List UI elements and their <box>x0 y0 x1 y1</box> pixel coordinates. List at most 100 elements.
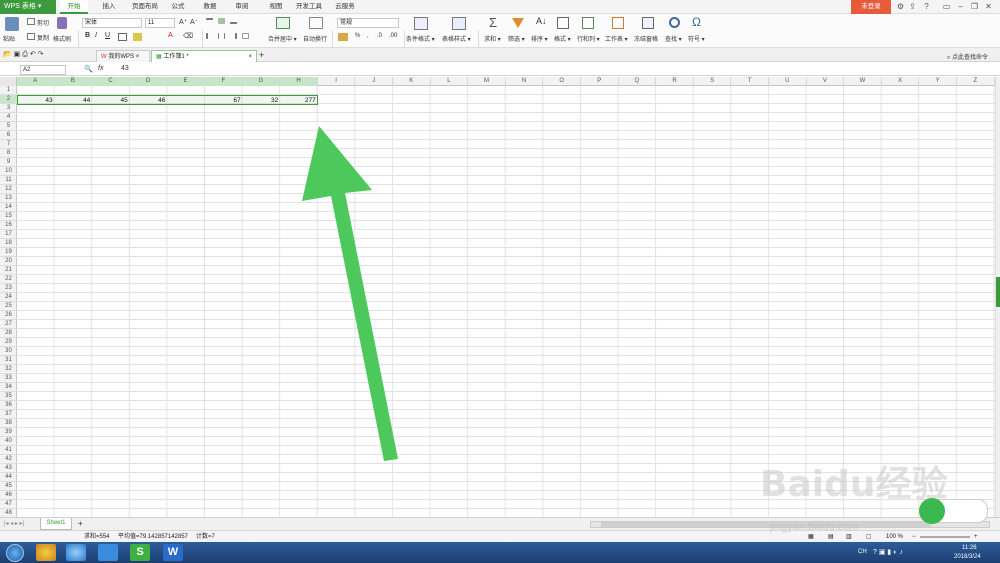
align-top-icon[interactable] <box>206 18 213 24</box>
close-icon[interactable]: ✕ <box>983 1 994 12</box>
row-header-43[interactable]: 43 <box>0 464 17 473</box>
font-name-select[interactable]: 宋体 <box>82 18 142 28</box>
paste-icon[interactable] <box>5 17 19 31</box>
help-icon[interactable]: ? <box>921 1 932 12</box>
row-header-1[interactable]: 1 <box>0 86 17 95</box>
row-header-47[interactable]: 47 <box>0 500 17 509</box>
font-size-select[interactable]: 11 <box>145 18 175 28</box>
horizontal-scroll-thumb[interactable] <box>601 522 931 527</box>
row-header-11[interactable]: 11 <box>0 176 17 185</box>
column-header-o[interactable]: O <box>543 77 581 86</box>
row-header-21[interactable]: 21 <box>0 266 17 275</box>
cell-f2[interactable]: 67 <box>205 96 243 105</box>
tab-workbook1[interactable]: ▦ 工作簿1 * × <box>151 50 257 62</box>
fill-color-icon[interactable] <box>133 33 142 41</box>
sum-button[interactable]: 求和 ▾ <box>484 34 501 43</box>
tray-icons[interactable]: ? ▣ ▮ ◐ ♪ <box>873 548 903 556</box>
row-header-5[interactable]: 5 <box>0 122 17 131</box>
column-header-q[interactable]: Q <box>619 77 657 86</box>
network-speed-widget[interactable] <box>919 498 988 524</box>
row-header-13[interactable]: 13 <box>0 194 17 203</box>
decrease-decimal-icon[interactable]: .00 <box>389 33 397 39</box>
redo-icon[interactable]: ↷ <box>38 51 44 58</box>
row-header-9[interactable]: 9 <box>0 158 17 167</box>
freeze-panes-button[interactable]: 冻结窗格 <box>634 34 658 43</box>
align-bottom-icon[interactable] <box>229 18 237 24</box>
undo-icon[interactable]: ↶ <box>30 51 36 58</box>
row-header-40[interactable]: 40 <box>0 437 17 446</box>
column-header-b[interactable]: B <box>54 77 93 86</box>
zoom-slider[interactable] <box>920 536 970 538</box>
name-box[interactable]: A2 <box>20 65 66 75</box>
row-header-46[interactable]: 46 <box>0 491 17 500</box>
row-header-31[interactable]: 31 <box>0 356 17 365</box>
column-header-f[interactable]: F <box>205 77 243 86</box>
row-header-38[interactable]: 38 <box>0 419 17 428</box>
row-header-41[interactable]: 41 <box>0 446 17 455</box>
zoom-formula-icon[interactable]: 🔍 <box>84 65 93 73</box>
align-middle-icon[interactable] <box>217 18 225 24</box>
restore-icon[interactable]: ❐ <box>969 1 980 12</box>
column-header-k[interactable]: K <box>393 77 431 86</box>
row-header-23[interactable]: 23 <box>0 284 17 293</box>
row-header-12[interactable]: 12 <box>0 185 17 194</box>
column-header-l[interactable]: L <box>431 77 469 86</box>
row-header-44[interactable]: 44 <box>0 473 17 482</box>
tab-view[interactable]: 视图 <box>264 0 288 14</box>
column-header-r[interactable]: R <box>656 77 694 86</box>
cell-g2[interactable]: 32 <box>243 96 281 105</box>
add-sheet-button[interactable]: + <box>78 519 83 528</box>
font-color-icon[interactable]: A <box>168 32 173 39</box>
clock-time[interactable]: 11:26 <box>962 545 977 551</box>
row-header-14[interactable]: 14 <box>0 203 17 212</box>
underline-button[interactable]: U <box>105 32 110 39</box>
row-header-24[interactable]: 24 <box>0 293 17 302</box>
row-header-32[interactable]: 32 <box>0 365 17 374</box>
close-tab-icon[interactable]: × <box>136 54 140 60</box>
currency-icon[interactable] <box>338 33 348 41</box>
column-header-g[interactable]: G <box>242 77 281 86</box>
symbol-button[interactable]: 符号 ▾ <box>688 34 705 43</box>
column-header-x[interactable]: X <box>882 77 920 86</box>
cell-grid[interactable] <box>17 86 995 517</box>
paste-button[interactable]: 粘贴 <box>3 34 15 43</box>
column-header-v[interactable]: V <box>807 77 845 86</box>
table-style-button[interactable]: 表格样式 ▾ <box>442 34 471 43</box>
cell-h2[interactable]: 277 <box>280 96 318 105</box>
worksheet-button[interactable]: 工作表 ▾ <box>605 34 628 43</box>
column-header-j[interactable]: J <box>355 77 393 86</box>
print-icon[interactable]: ⎙ <box>22 51 28 58</box>
row-header-8[interactable]: 8 <box>0 149 17 158</box>
row-header-30[interactable]: 30 <box>0 347 17 356</box>
row-header-39[interactable]: 39 <box>0 428 17 437</box>
row-header-36[interactable]: 36 <box>0 401 17 410</box>
tab-formulas[interactable]: 公式 <box>166 0 190 14</box>
conditional-format-button[interactable]: 条件格式 ▾ <box>406 34 435 43</box>
tab-insert[interactable]: 插入 <box>96 0 122 14</box>
format-painter-button[interactable]: 格式刷 <box>53 34 71 43</box>
row-header-28[interactable]: 28 <box>0 329 17 338</box>
column-header-y[interactable]: Y <box>919 77 957 86</box>
tab-page-layout[interactable]: 页面布局 <box>128 0 162 14</box>
align-center-icon[interactable] <box>217 33 225 39</box>
skin-icon[interactable]: ⚙ <box>895 1 906 12</box>
tab-review[interactable]: 审阅 <box>230 0 254 14</box>
tab-data[interactable]: 数据 <box>198 0 222 14</box>
row-header-27[interactable]: 27 <box>0 320 17 329</box>
merge-center-button[interactable]: 合并居中 ▾ <box>268 34 297 43</box>
column-header-z[interactable]: Z <box>957 77 995 86</box>
bold-button[interactable]: B <box>85 32 90 39</box>
save-icon[interactable]: ▣ <box>14 51 21 58</box>
row-header-45[interactable]: 45 <box>0 482 17 491</box>
cell-a2[interactable]: 43 <box>17 96 55 105</box>
side-panel-handle[interactable] <box>996 277 1000 307</box>
row-header-26[interactable]: 26 <box>0 311 17 320</box>
column-header-c[interactable]: C <box>92 77 130 86</box>
open-icon[interactable]: 📂 <box>3 51 12 58</box>
tab-my-wps[interactable]: W 我的WPS × <box>96 50 150 62</box>
app-taskbar-icon[interactable] <box>98 544 118 561</box>
cell-e2[interactable] <box>167 96 205 105</box>
column-header-s[interactable]: S <box>694 77 732 86</box>
shrink-font-icon[interactable]: A⁻ <box>190 18 198 26</box>
filter-button[interactable]: 筛选 ▾ <box>508 34 525 43</box>
